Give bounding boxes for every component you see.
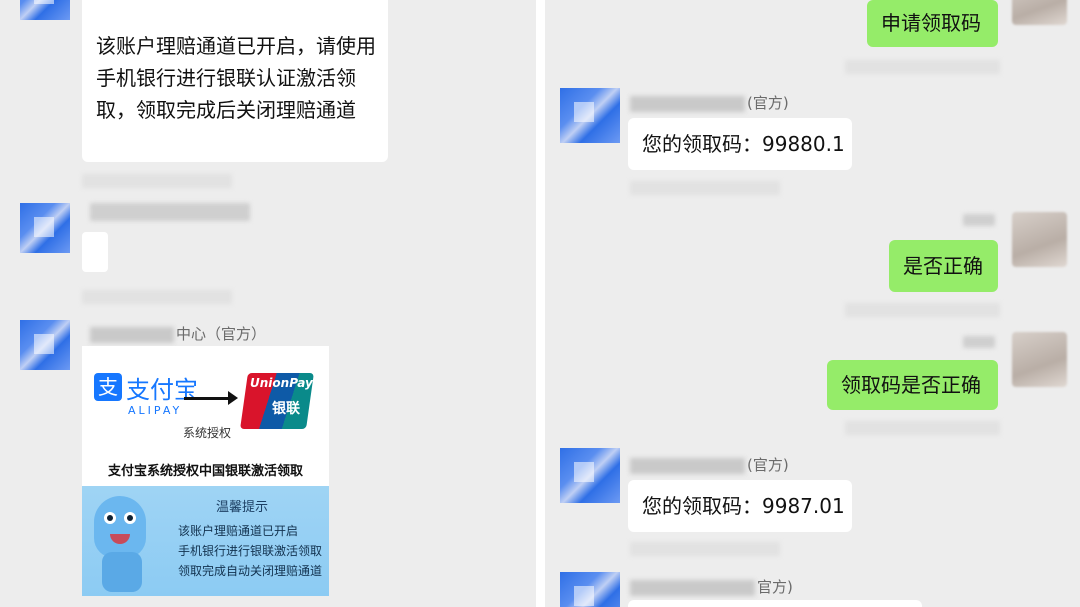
message-bubble-outgoing[interactable]: 是否正确 [889, 240, 998, 292]
timestamp-blurred [630, 542, 780, 556]
user-avatar[interactable] [1012, 212, 1067, 267]
pane-divider [536, 0, 545, 607]
message-bubble-incoming[interactable]: 您的领取码：99880.1 [628, 118, 852, 170]
image-message-card[interactable]: 支 支付宝 ALIPAY 系统授权 UnionPay 银联 支付宝系统授权中国银… [82, 346, 329, 596]
message-text: 是否正确 [903, 254, 983, 278]
sender-name-blurred [90, 326, 174, 343]
arrow-right-icon [184, 391, 238, 405]
contact-avatar[interactable] [560, 572, 620, 607]
sender-name-blurred [963, 336, 995, 348]
mascot-body [102, 552, 142, 592]
timestamp-blurred [845, 60, 1000, 74]
message-bubble-incoming[interactable] [628, 600, 922, 607]
contact-avatar[interactable] [20, 0, 70, 20]
sender-name-blurred [90, 203, 250, 221]
message-bubble-small[interactable] [82, 232, 108, 272]
tip-line: 领取完成自动关闭理赔通道 [178, 564, 323, 578]
sender-name: (官方) [630, 92, 789, 113]
sender-name-blurred [630, 579, 755, 596]
card-title: 支付宝系统授权中国银联激活领取 [107, 464, 303, 479]
message-bubble-incoming[interactable]: 您的领取码：9987.01 [628, 480, 852, 532]
chat-pane-right: 申请领取码 (官方) 您的领取码：99880.1 是否正确 领取码是否正确 (官… [545, 0, 1080, 607]
message-text: 领取码是否正确 [841, 373, 981, 397]
unionpay-english: UnionPay [250, 376, 313, 390]
sender-name: (官方) [630, 454, 789, 475]
tip-line: 手机银行进行银联激活领取 [178, 544, 323, 558]
contact-avatar[interactable] [20, 320, 70, 370]
timestamp-blurred [845, 421, 1000, 435]
timestamp-blurred [82, 174, 232, 188]
timestamp-blurred [630, 181, 780, 195]
message-text: 该账户理赔通道已开启，请使用手机银行进行银联认证激活领取，领取完成后关闭理赔通道 [96, 34, 376, 122]
user-avatar[interactable] [1012, 0, 1067, 25]
contact-avatar[interactable] [20, 203, 70, 253]
message-text: 您的领取码：99880.1 [642, 132, 845, 156]
alipay-logo-icon: 支 [94, 373, 122, 401]
sender-name-blurred [963, 214, 995, 226]
chat-pane-left: 该账户理赔通道已开启，请使用手机银行进行银联认证激活领取，领取完成后关闭理赔通道… [0, 0, 536, 607]
alipay-english: ALIPAY [128, 404, 183, 417]
mascot-icon [94, 496, 146, 558]
message-text: 申请领取码 [881, 11, 981, 35]
message-bubble-outgoing[interactable]: 领取码是否正确 [827, 360, 998, 410]
tip-title: 温馨提示 [216, 500, 269, 515]
sender-name: 官方) [630, 576, 793, 597]
tip-line: 该账户理赔通道已开启 [178, 524, 299, 538]
contact-avatar[interactable] [560, 448, 620, 503]
sender-name-blurred [630, 457, 745, 474]
timestamp-blurred [845, 303, 1000, 317]
sender-name-blurred [630, 95, 745, 112]
message-bubble[interactable]: 该账户理赔通道已开启，请使用手机银行进行银联认证激活领取，领取完成后关闭理赔通道 [82, 0, 388, 162]
contact-avatar[interactable] [560, 88, 620, 143]
auth-label: 系统授权 [183, 426, 232, 440]
unionpay-chinese: 银联 [272, 401, 300, 417]
user-avatar[interactable] [1012, 332, 1067, 387]
timestamp-blurred [82, 290, 232, 304]
message-bubble-outgoing[interactable]: 申请领取码 [867, 0, 998, 47]
message-text: 您的领取码：9987.01 [642, 494, 845, 518]
sender-name: 中心（官方） [90, 323, 266, 344]
